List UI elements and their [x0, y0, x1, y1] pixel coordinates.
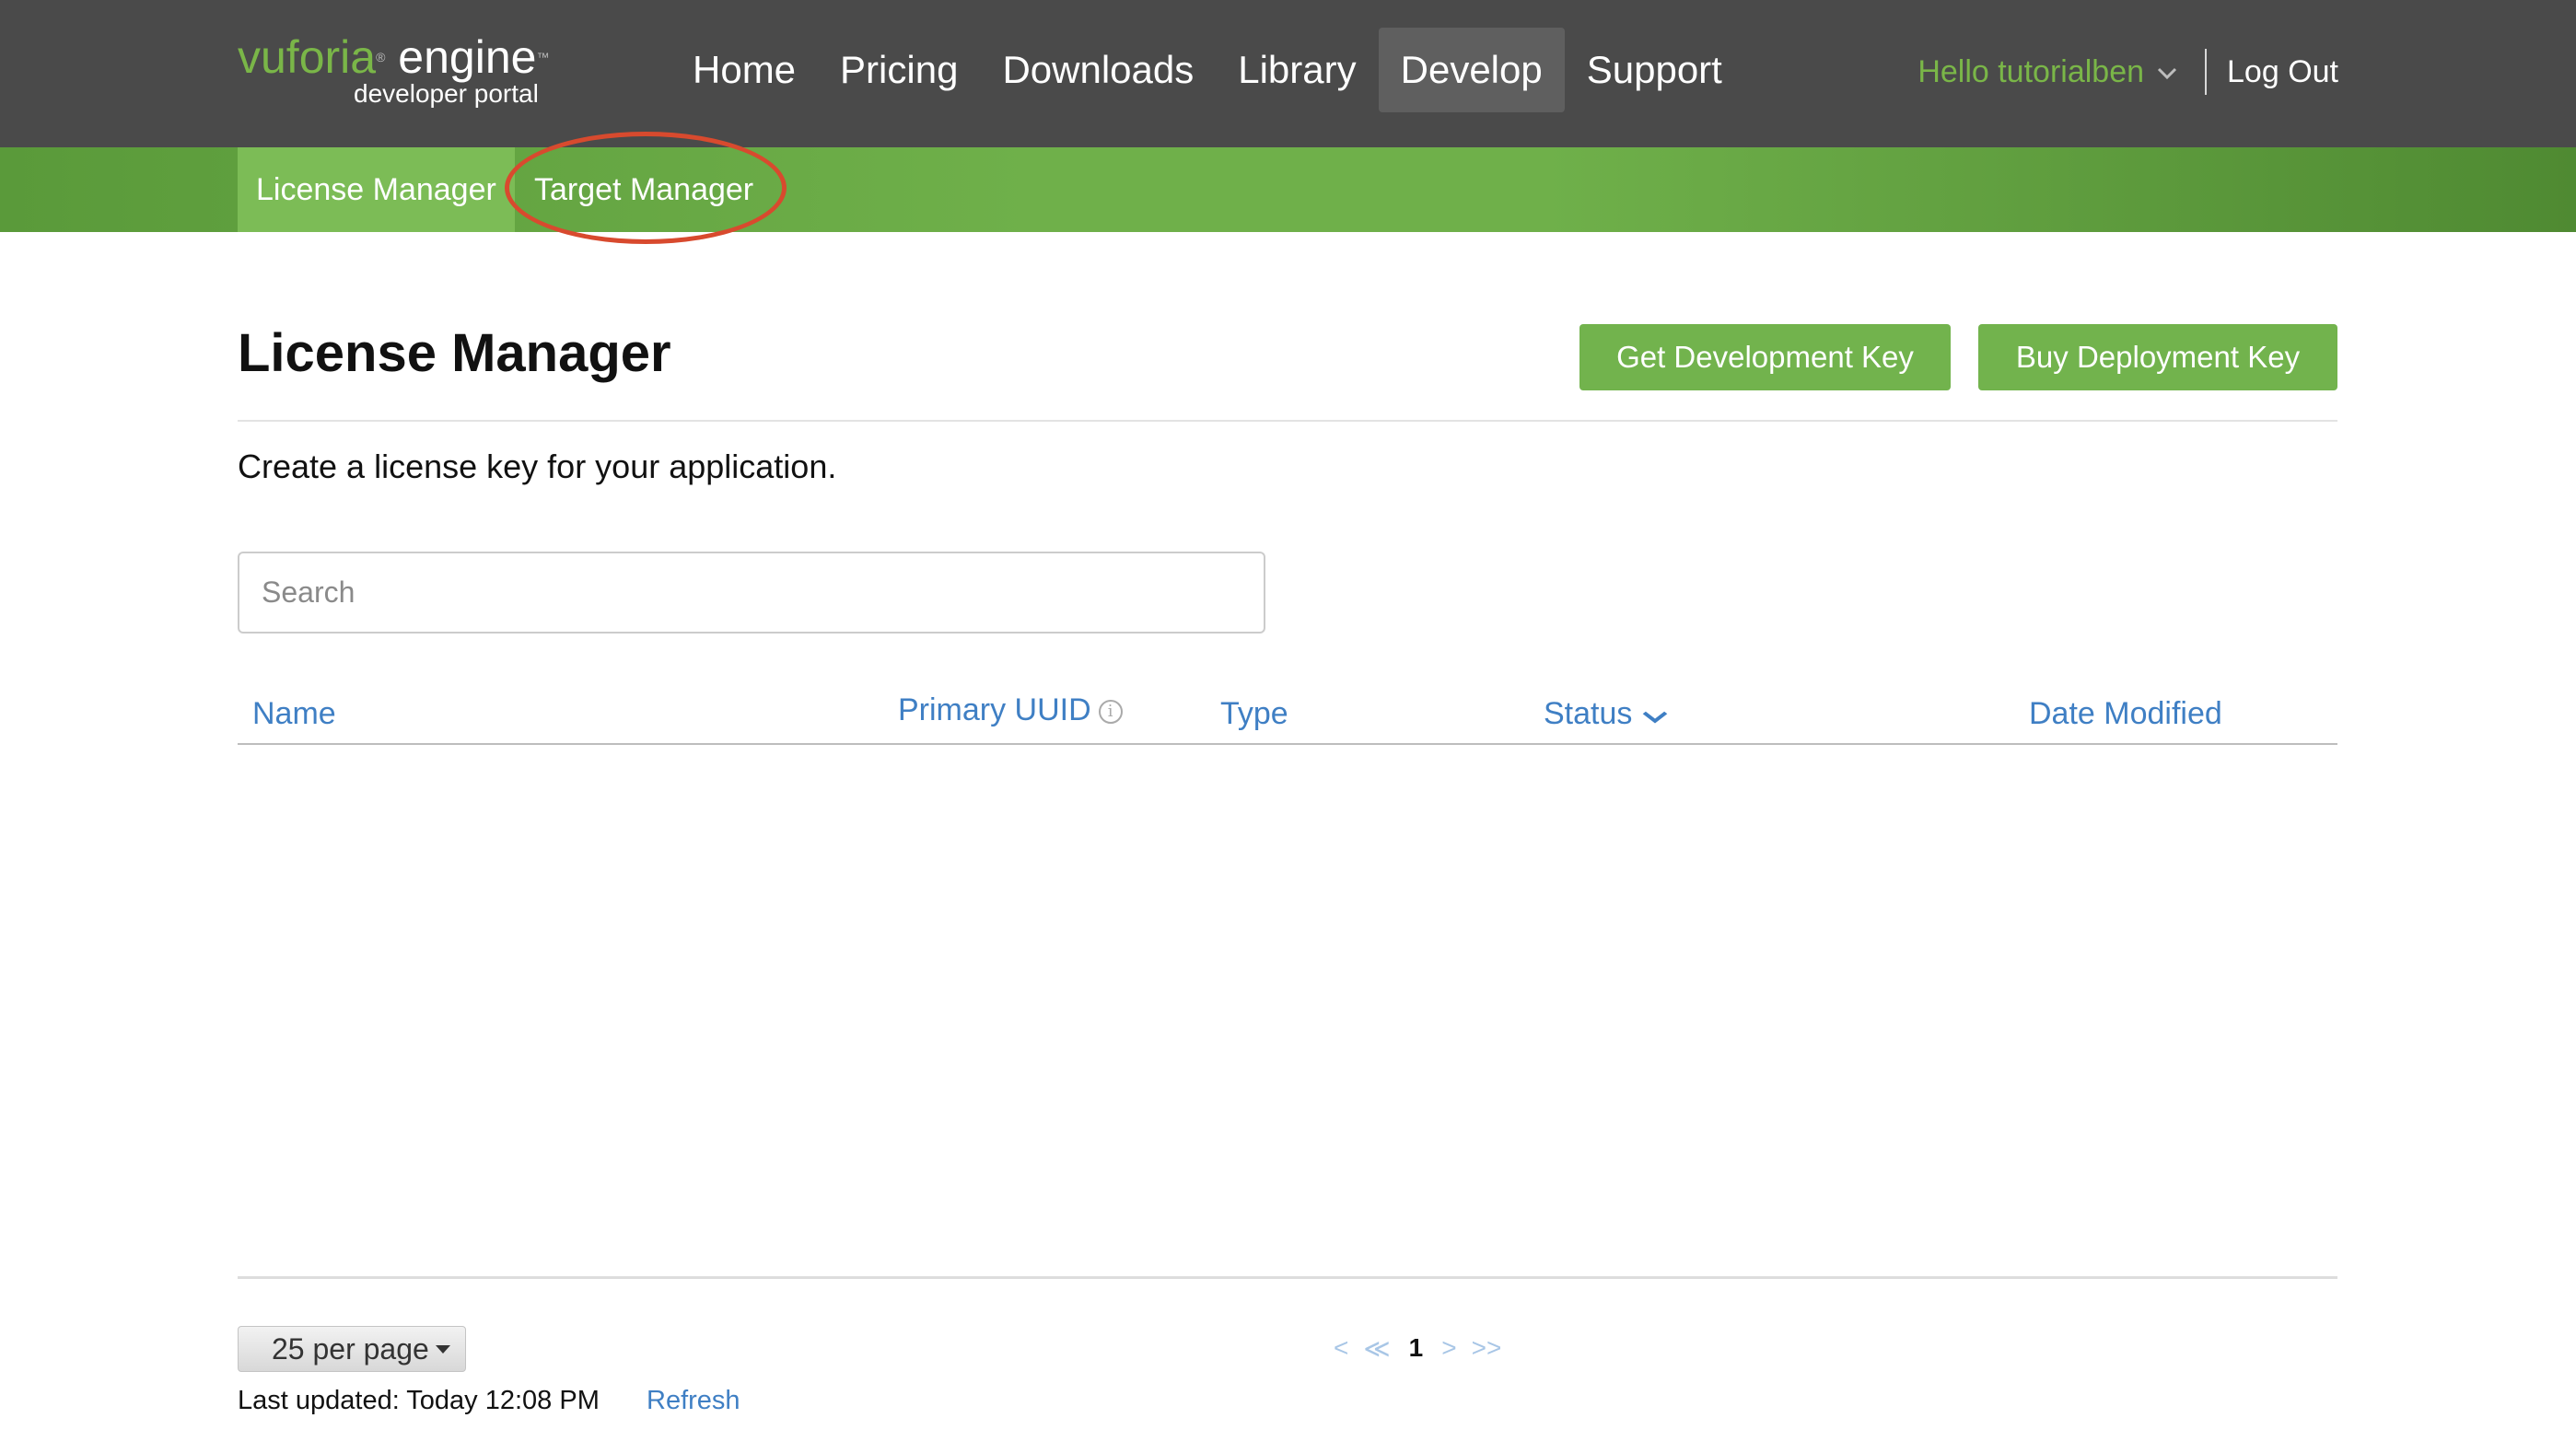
- table-footer-divider: [238, 1276, 2337, 1279]
- divider: [238, 420, 2337, 422]
- column-header-date-modified[interactable]: Date Modified: [2029, 696, 2222, 732]
- chevron-down-icon[interactable]: [1642, 702, 1669, 730]
- last-updated-text: Last updated: Today 12:08 PM: [238, 1386, 600, 1415]
- next-page-button[interactable]: >: [1441, 1333, 1456, 1363]
- user-menu[interactable]: Hello tutorialben: [1917, 54, 2144, 90]
- buy-deployment-key-button[interactable]: Buy Deployment Key: [1978, 324, 2337, 390]
- user-area: Hello tutorialben Log Out: [1917, 44, 2338, 99]
- trademark-mark: ™: [536, 50, 550, 64]
- main-nav: Home Pricing Downloads Library Develop S…: [670, 28, 1744, 112]
- current-page: 1: [1408, 1333, 1424, 1362]
- last-page-button[interactable]: >>: [1472, 1333, 1502, 1363]
- first-page-button[interactable]: <: [1334, 1333, 1348, 1363]
- column-header-name-label: Name: [252, 696, 336, 731]
- search-input[interactable]: [238, 552, 1265, 634]
- column-header-name[interactable]: Name: [252, 696, 336, 732]
- page-title: License Manager: [238, 323, 671, 383]
- refresh-link[interactable]: Refresh: [647, 1386, 740, 1416]
- chevron-down-icon[interactable]: [2157, 57, 2177, 87]
- get-development-key-button[interactable]: Get Development Key: [1579, 324, 1951, 390]
- previous-page-button[interactable]: ≪: [1363, 1333, 1390, 1364]
- column-header-status-label: Status: [1544, 696, 1633, 731]
- tab-license-manager[interactable]: License Manager: [238, 147, 515, 232]
- caret-down-icon: [436, 1345, 450, 1354]
- tab-target-manager[interactable]: Target Manager: [516, 147, 772, 232]
- top-navbar: vuforia® engine™ developer portal Home P…: [0, 0, 2576, 147]
- nav-develop[interactable]: Develop: [1378, 28, 1565, 112]
- column-header-status[interactable]: Status: [1544, 696, 1668, 732]
- column-header-type[interactable]: Type: [1220, 696, 1288, 732]
- per-page-select[interactable]: 25 per page: [238, 1326, 466, 1372]
- page-description: Create a license key for your applicatio…: [238, 448, 837, 485]
- nav-support[interactable]: Support: [1565, 28, 1744, 112]
- logo-engine-text: engine: [385, 31, 537, 83]
- registered-mark: ®: [376, 50, 386, 64]
- divider: [2205, 49, 2208, 95]
- column-header-uuid-label: Primary UUID: [898, 692, 1091, 727]
- nav-home[interactable]: Home: [670, 28, 818, 112]
- logout-link[interactable]: Log Out: [2227, 54, 2338, 90]
- info-icon[interactable]: i: [1098, 700, 1123, 725]
- nav-downloads[interactable]: Downloads: [980, 28, 1216, 112]
- per-page-label: 25 per page: [272, 1332, 429, 1366]
- column-header-date-label: Date Modified: [2029, 696, 2222, 731]
- sub-nav: License Manager Target Manager: [0, 147, 2576, 232]
- nav-library[interactable]: Library: [1216, 28, 1378, 112]
- vuforia-logo[interactable]: vuforia® engine™ developer portal: [238, 29, 550, 108]
- table-header-divider: [238, 743, 2337, 745]
- nav-pricing[interactable]: Pricing: [818, 28, 980, 112]
- column-header-type-label: Type: [1220, 696, 1288, 731]
- pagination: < ≪ 1 > >>: [1326, 1330, 1509, 1366]
- logo-subtitle: developer portal: [354, 79, 539, 108]
- column-header-primary-uuid[interactable]: Primary UUID i: [898, 692, 1123, 728]
- logo-vuforia-text: vuforia: [238, 31, 377, 83]
